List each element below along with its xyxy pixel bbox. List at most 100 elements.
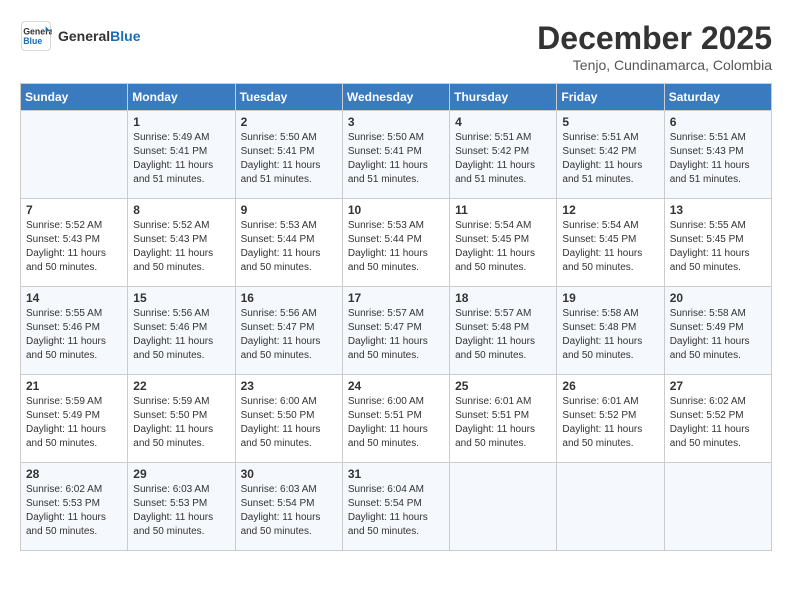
calendar-week-2: 7 Sunrise: 5:52 AM Sunset: 5:43 PM Daylig… xyxy=(21,199,772,287)
calendar-cell: 4Sunrise: 5:51 AM Sunset: 5:42 PM Daylig… xyxy=(450,111,557,199)
day-info: Sunrise: 5:53 AM Sunset: 5:44 PM Dayligh… xyxy=(348,219,444,275)
day-number: 3 xyxy=(348,115,444,129)
calendar-week-5: 28Sunrise: 6:02 AM Sunset: 5:53 PM Dayli… xyxy=(21,463,772,551)
day-number: 5 xyxy=(562,115,658,129)
day-info: Sunrise: 6:00 AM Sunset: 5:50 PM Dayligh… xyxy=(241,395,337,451)
calendar-cell: 29Sunrise: 6:03 AM Sunset: 5:53 PM Dayli… xyxy=(128,463,235,551)
day-info: Sunrise: 5:58 AM Sunset: 5:48 PM Dayligh… xyxy=(562,307,658,363)
logo: General Blue GeneralBlue xyxy=(20,20,140,52)
day-info: Sunrise: 5:55 AM Sunset: 5:46 PM Dayligh… xyxy=(26,307,122,363)
day-info: Sunrise: 6:02 AM Sunset: 5:52 PM Dayligh… xyxy=(670,395,766,451)
calendar-cell: 11 Sunrise: 5:54 AM Sunset: 5:45 PM Dayli… xyxy=(450,199,557,287)
day-number: 13 xyxy=(670,203,766,217)
day-info: Sunrise: 5:56 AM Sunset: 5:46 PM Dayligh… xyxy=(133,307,229,363)
day-number: 1 xyxy=(133,115,229,129)
calendar-cell: 7 Sunrise: 5:52 AM Sunset: 5:43 PM Daylig… xyxy=(21,199,128,287)
day-number: 26 xyxy=(562,379,658,393)
calendar-week-3: 14 Sunrise: 5:55 AM Sunset: 5:46 PM Dayli… xyxy=(21,287,772,375)
logo-icon: General Blue xyxy=(20,20,52,52)
day-info: Sunrise: 6:01 AM Sunset: 5:52 PM Dayligh… xyxy=(562,395,658,451)
day-number: 8 xyxy=(133,203,229,217)
day-number: 27 xyxy=(670,379,766,393)
day-number: 20 xyxy=(670,291,766,305)
day-number: 21 xyxy=(26,379,122,393)
day-info: Sunrise: 5:53 AM Sunset: 5:44 PM Dayligh… xyxy=(241,219,337,275)
day-info: Sunrise: 5:54 AM Sunset: 5:45 PM Dayligh… xyxy=(455,219,551,275)
day-number: 14 xyxy=(26,291,122,305)
day-number: 31 xyxy=(348,467,444,481)
day-number: 9 xyxy=(241,203,337,217)
column-header-tuesday: Tuesday xyxy=(235,84,342,111)
day-number: 17 xyxy=(348,291,444,305)
day-number: 2 xyxy=(241,115,337,129)
calendar-cell xyxy=(557,463,664,551)
day-number: 29 xyxy=(133,467,229,481)
day-number: 25 xyxy=(455,379,551,393)
day-info: Sunrise: 5:54 AM Sunset: 5:45 PM Dayligh… xyxy=(562,219,658,275)
column-header-thursday: Thursday xyxy=(450,84,557,111)
svg-text:General: General xyxy=(23,26,52,36)
calendar-cell: 24Sunrise: 6:00 AM Sunset: 5:51 PM Dayli… xyxy=(342,375,449,463)
day-info: Sunrise: 5:57 AM Sunset: 5:48 PM Dayligh… xyxy=(455,307,551,363)
column-header-friday: Friday xyxy=(557,84,664,111)
day-number: 15 xyxy=(133,291,229,305)
day-number: 11 xyxy=(455,203,551,217)
calendar-cell: 5 Sunrise: 5:51 AM Sunset: 5:42 PM Daylig… xyxy=(557,111,664,199)
day-info: Sunrise: 5:52 AM Sunset: 5:43 PM Dayligh… xyxy=(26,219,122,275)
logo-text: GeneralBlue xyxy=(58,28,140,44)
column-header-monday: Monday xyxy=(128,84,235,111)
calendar-cell: 13Sunrise: 5:55 AM Sunset: 5:45 PM Dayli… xyxy=(664,199,771,287)
calendar-cell: 6Sunrise: 5:51 AM Sunset: 5:43 PM Daylig… xyxy=(664,111,771,199)
calendar-cell: 23 Sunrise: 6:00 AM Sunset: 5:50 PM Dayli… xyxy=(235,375,342,463)
day-number: 23 xyxy=(241,379,337,393)
calendar-cell: 8 Sunrise: 5:52 AM Sunset: 5:43 PM Daylig… xyxy=(128,199,235,287)
calendar-cell xyxy=(21,111,128,199)
calendar-cell: 3 Sunrise: 5:50 AM Sunset: 5:41 PM Daylig… xyxy=(342,111,449,199)
day-info: Sunrise: 5:59 AM Sunset: 5:49 PM Dayligh… xyxy=(26,395,122,451)
page-header: General Blue GeneralBlue December 2025 T… xyxy=(20,20,772,73)
calendar-week-1: 1 Sunrise: 5:49 AM Sunset: 5:41 PM Daylig… xyxy=(21,111,772,199)
calendar-cell xyxy=(450,463,557,551)
calendar-cell: 16Sunrise: 5:56 AM Sunset: 5:47 PM Dayli… xyxy=(235,287,342,375)
day-number: 7 xyxy=(26,203,122,217)
calendar-cell: 9 Sunrise: 5:53 AM Sunset: 5:44 PM Daylig… xyxy=(235,199,342,287)
day-number: 19 xyxy=(562,291,658,305)
calendar-cell: 15 Sunrise: 5:56 AM Sunset: 5:46 PM Dayli… xyxy=(128,287,235,375)
month-title: December 2025 xyxy=(537,20,772,57)
title-block: December 2025 Tenjo, Cundinamarca, Colom… xyxy=(537,20,772,73)
calendar-cell: 20 Sunrise: 5:58 AM Sunset: 5:49 PM Dayli… xyxy=(664,287,771,375)
day-number: 30 xyxy=(241,467,337,481)
calendar-cell: 28Sunrise: 6:02 AM Sunset: 5:53 PM Dayli… xyxy=(21,463,128,551)
day-info: Sunrise: 5:51 AM Sunset: 5:43 PM Dayligh… xyxy=(670,131,766,187)
column-header-saturday: Saturday xyxy=(664,84,771,111)
calendar-cell: 18 Sunrise: 5:57 AM Sunset: 5:48 PM Dayli… xyxy=(450,287,557,375)
calendar-cell: 25 Sunrise: 6:01 AM Sunset: 5:51 PM Dayli… xyxy=(450,375,557,463)
day-info: Sunrise: 5:49 AM Sunset: 5:41 PM Dayligh… xyxy=(133,131,229,187)
day-number: 22 xyxy=(133,379,229,393)
day-info: Sunrise: 6:04 AM Sunset: 5:54 PM Dayligh… xyxy=(348,483,444,539)
calendar-cell: 19 Sunrise: 5:58 AM Sunset: 5:48 PM Dayli… xyxy=(557,287,664,375)
calendar-cell: 2Sunrise: 5:50 AM Sunset: 5:41 PM Daylig… xyxy=(235,111,342,199)
day-info: Sunrise: 5:51 AM Sunset: 5:42 PM Dayligh… xyxy=(562,131,658,187)
day-info: Sunrise: 5:56 AM Sunset: 5:47 PM Dayligh… xyxy=(241,307,337,363)
day-info: Sunrise: 6:03 AM Sunset: 5:54 PM Dayligh… xyxy=(241,483,337,539)
day-info: Sunrise: 6:01 AM Sunset: 5:51 PM Dayligh… xyxy=(455,395,551,451)
day-number: 12 xyxy=(562,203,658,217)
calendar-cell: 21 Sunrise: 5:59 AM Sunset: 5:49 PM Dayli… xyxy=(21,375,128,463)
day-info: Sunrise: 5:58 AM Sunset: 5:49 PM Dayligh… xyxy=(670,307,766,363)
svg-text:Blue: Blue xyxy=(23,36,42,46)
calendar-cell: 26 Sunrise: 6:01 AM Sunset: 5:52 PM Dayli… xyxy=(557,375,664,463)
calendar-cell: 12 Sunrise: 5:54 AM Sunset: 5:45 PM Dayli… xyxy=(557,199,664,287)
day-info: Sunrise: 6:02 AM Sunset: 5:53 PM Dayligh… xyxy=(26,483,122,539)
calendar-cell: 31 Sunrise: 6:04 AM Sunset: 5:54 PM Dayli… xyxy=(342,463,449,551)
column-header-wednesday: Wednesday xyxy=(342,84,449,111)
column-header-sunday: Sunday xyxy=(21,84,128,111)
calendar-cell: 17Sunrise: 5:57 AM Sunset: 5:47 PM Dayli… xyxy=(342,287,449,375)
day-info: Sunrise: 5:50 AM Sunset: 5:41 PM Dayligh… xyxy=(348,131,444,187)
day-number: 18 xyxy=(455,291,551,305)
day-info: Sunrise: 5:52 AM Sunset: 5:43 PM Dayligh… xyxy=(133,219,229,275)
calendar-cell: 1 Sunrise: 5:49 AM Sunset: 5:41 PM Daylig… xyxy=(128,111,235,199)
day-info: Sunrise: 6:00 AM Sunset: 5:51 PM Dayligh… xyxy=(348,395,444,451)
calendar-cell: 10Sunrise: 5:53 AM Sunset: 5:44 PM Dayli… xyxy=(342,199,449,287)
calendar-body: 1 Sunrise: 5:49 AM Sunset: 5:41 PM Daylig… xyxy=(21,111,772,551)
